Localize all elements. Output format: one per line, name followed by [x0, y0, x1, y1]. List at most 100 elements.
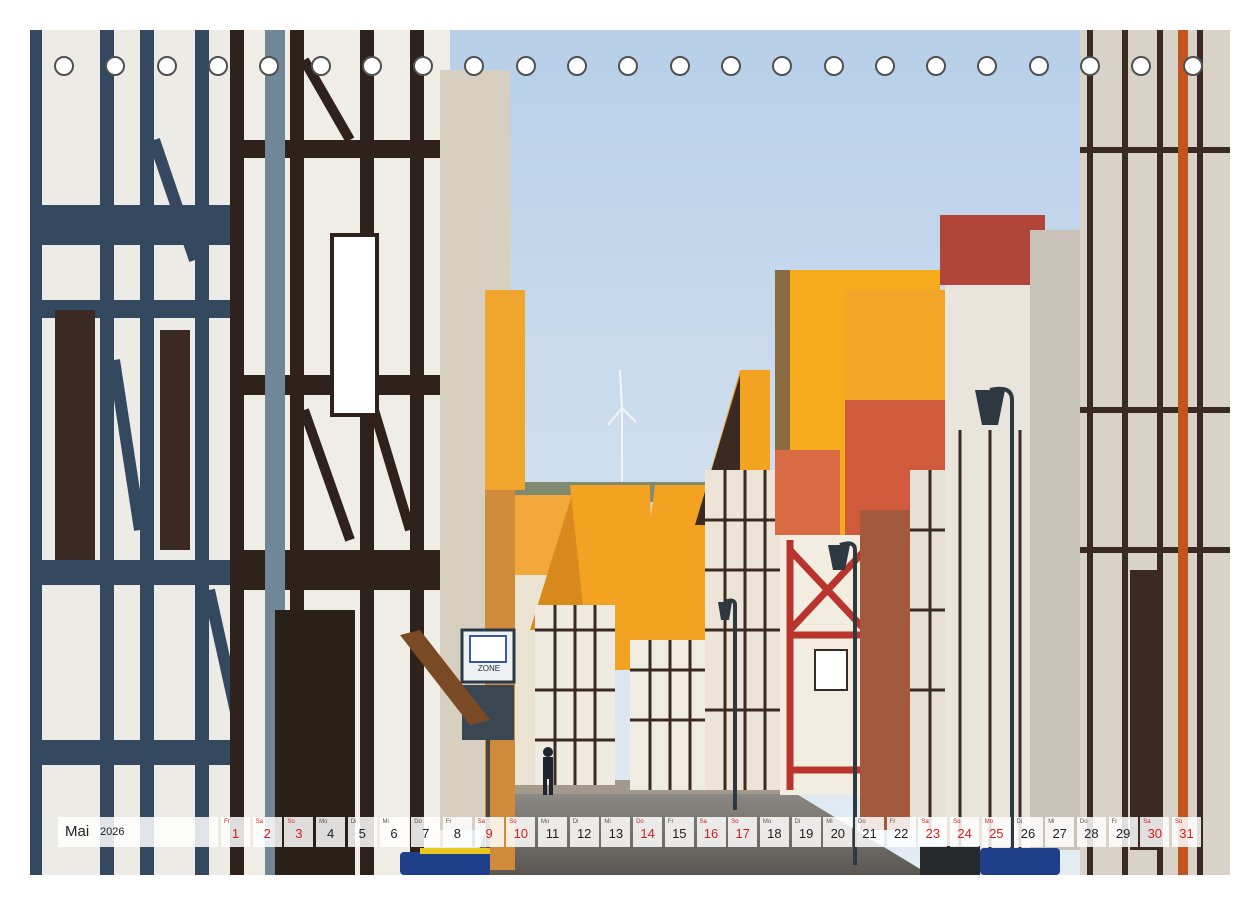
day-cell: Mo 25 [981, 817, 1011, 847]
day-number: 17 [735, 826, 750, 841]
weekday-label: So [287, 819, 295, 825]
day-cell: So 31 [1172, 817, 1201, 847]
weekday-label: Fr [445, 819, 452, 825]
weekday-label: Sa [477, 819, 485, 825]
weekday-label: Di [1016, 819, 1023, 825]
day-number: 10 [513, 826, 529, 841]
weekday-label: Mo [984, 819, 994, 825]
weekday-label: So [1175, 819, 1183, 825]
weekday-label: So [509, 819, 517, 825]
day-number: 26 [1020, 826, 1036, 841]
day-cell: Di 5 [347, 817, 377, 847]
day-cell: Fr 22 [886, 817, 916, 847]
day-cell: Mi 20 [823, 817, 853, 847]
day-number: 9 [485, 826, 493, 841]
weekday-label: Sa [699, 819, 707, 825]
day-cell: So 17 [728, 817, 758, 847]
day-cell: Sa 23 [918, 817, 948, 847]
weekday-label: Mo [319, 819, 328, 825]
day-number: 3 [295, 826, 303, 841]
weekday-label: Di [794, 819, 801, 825]
month-year: 2026 [100, 826, 125, 838]
day-number: 18 [767, 826, 782, 841]
day-number: 13 [608, 826, 624, 841]
weekday-label: Fr [667, 819, 674, 825]
day-number: 12 [576, 826, 592, 841]
day-number: 5 [358, 826, 366, 841]
day-cell: Di 19 [791, 817, 821, 847]
weekday-label: Di [572, 819, 579, 825]
weekday-label: Sa [921, 819, 929, 825]
day-number: 31 [1179, 826, 1194, 841]
day-cell: Di 26 [1013, 817, 1043, 847]
day-number: 27 [1052, 826, 1067, 841]
weekday-label: Mo [541, 819, 550, 825]
left-house-1 [30, 30, 246, 875]
month-label-cell: Mai 2026 [58, 817, 218, 847]
weekday-label: Do [636, 819, 644, 825]
day-cell: Di 12 [569, 817, 599, 847]
weekday-label: Do [1079, 819, 1088, 825]
day-cell: Do 28 [1076, 817, 1106, 847]
weekday-label: Do [414, 819, 422, 825]
day-number: 21 [862, 826, 877, 841]
day-cell: Do 21 [855, 817, 884, 847]
day-number: 28 [1084, 826, 1099, 841]
day-number: 25 [989, 826, 1004, 841]
day-cell: Fr 1 [221, 817, 250, 847]
day-number: 7 [422, 826, 430, 841]
day-number: 16 [703, 826, 719, 841]
day-cell: Mo 18 [759, 817, 789, 847]
sign-text: ZONE [477, 664, 501, 673]
day-cell: Sa 16 [696, 817, 726, 847]
day-cell: Do 7 [411, 817, 441, 847]
day-cell: Mo 4 [316, 817, 346, 847]
day-number: 22 [893, 826, 909, 841]
day-number: 6 [390, 826, 398, 841]
calendar-strip: Mai 2026 Fr 1 Sa 2 So 3 Mo 4 Di 5 Mi 6 Do 7 Fr 8 Sa 9 So 10… [58, 817, 1204, 847]
day-cell: Mi 27 [1045, 817, 1075, 847]
day-number: 19 [798, 826, 814, 841]
white-house-right [940, 215, 1090, 855]
day-number: 15 [672, 826, 687, 841]
day-number: 23 [925, 826, 941, 841]
calendar-page: ZONE Mai 2026 Fr 1 Sa 2 So 3 Mo 4 Di 5 Mi 6 Do 7 Fr 8 Sa… [0, 0, 1260, 905]
street-photo: ZONE [30, 30, 1230, 875]
day-cell: Mo 11 [538, 817, 567, 847]
weekday-label: Sa [255, 819, 264, 825]
day-cell: Sa 30 [1140, 817, 1170, 847]
weekday-label: Mi [1048, 819, 1055, 825]
weekday-label: Di [350, 819, 357, 825]
tall-house-right [1080, 30, 1230, 875]
day-number: 4 [326, 826, 335, 841]
day-number: 14 [640, 826, 655, 841]
day-cell: Mi 13 [601, 817, 631, 847]
month-name: Mai [65, 823, 90, 840]
left-house-2 [230, 30, 450, 875]
day-cell: So 10 [506, 817, 536, 847]
weekday-label: Fr [224, 819, 230, 825]
day-cell: Sa 9 [474, 817, 504, 847]
day-number: 11 [545, 826, 560, 841]
day-cell: Mi 6 [379, 817, 409, 847]
day-number: 2 [263, 826, 271, 841]
weekday-label: Do [858, 819, 866, 825]
day-number: 20 [830, 826, 846, 841]
day-cell: Fr 29 [1108, 817, 1138, 847]
day-cell: Fr 15 [664, 817, 694, 847]
half-timbered-street-illustration [30, 30, 1230, 875]
day-number: 29 [1115, 826, 1131, 841]
day-number: 1 [231, 826, 240, 841]
day-number: 8 [453, 826, 461, 841]
day-cell: So 24 [950, 817, 980, 847]
day-cell: So 3 [284, 817, 314, 847]
weekday-label: So [953, 819, 961, 825]
weekday-label: Fr [889, 819, 896, 825]
weekday-label: Mi [826, 819, 833, 825]
day-number: 30 [1147, 826, 1163, 841]
weekday-label: So [731, 819, 739, 825]
day-cell: Fr 8 [442, 817, 472, 847]
weekday-label: Fr [1111, 819, 1118, 825]
day-number: 24 [957, 826, 972, 841]
day-cell: Sa 2 [252, 817, 282, 847]
